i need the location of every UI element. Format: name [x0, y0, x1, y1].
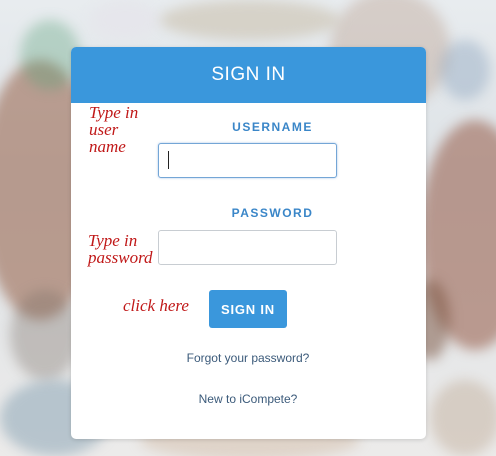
username-annotation: Type in user name	[89, 103, 139, 156]
sign-in-header: SIGN IN	[71, 47, 426, 103]
click-here-annotation: click here	[123, 296, 189, 315]
password-annotation: Type in password	[88, 231, 153, 267]
new-account-link[interactable]: New to iCompete?	[113, 392, 383, 406]
text-cursor	[168, 151, 169, 169]
password-input[interactable]	[158, 230, 337, 265]
password-label: PASSWORD	[231, 206, 314, 220]
sign-in-button[interactable]: SIGN IN	[209, 290, 287, 328]
screen: SIGN IN USERNAME PASSWORD SIGN IN Forgot…	[0, 0, 496, 456]
forgot-password-link[interactable]: Forgot your password?	[113, 351, 383, 365]
username-input[interactable]	[158, 143, 337, 178]
sign-in-title: SIGN IN	[211, 64, 286, 85]
